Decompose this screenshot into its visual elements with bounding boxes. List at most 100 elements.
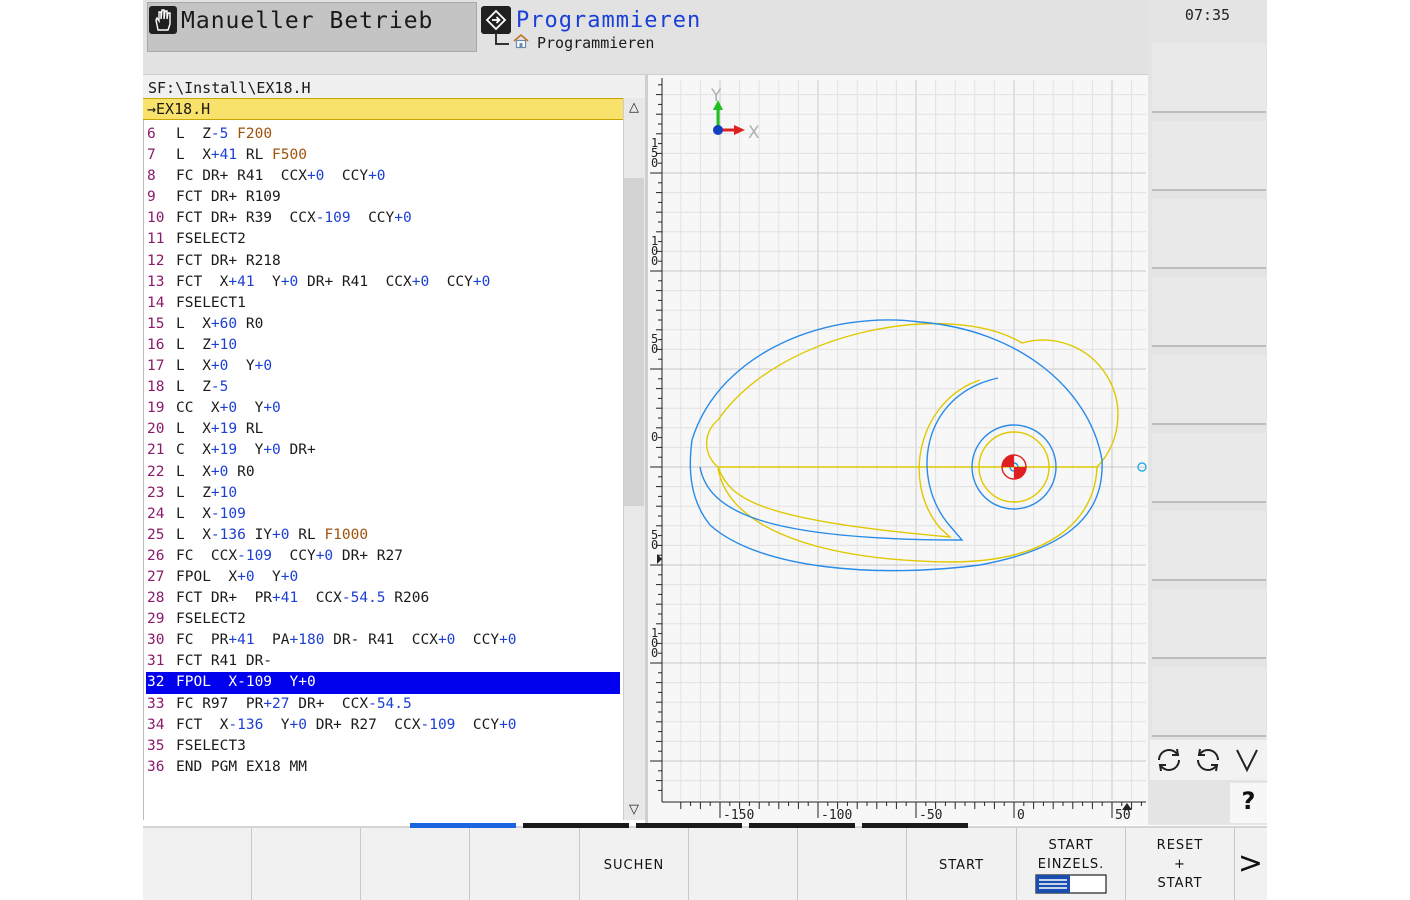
program-line[interactable]: 31 FCT R41 DR- (146, 651, 620, 672)
program-line[interactable]: 26 FC CCX-109 CCY+0 DR+ R27 (146, 546, 620, 567)
program-line[interactable]: 32 FPOL X-109 Y+0 (146, 672, 620, 694)
softkey-6[interactable] (689, 828, 798, 900)
line-number: 29 (147, 611, 165, 628)
rotate-right-icon[interactable] (1189, 742, 1227, 778)
vertical-softkey-9[interactable] (1152, 667, 1266, 737)
program-line[interactable]: 8 FC DR+ R41 CCX+0 CCY+0 (146, 166, 620, 187)
program-line[interactable]: 30 FC PR+41 PA+180 DR- R41 CCX+0 CCY+0 (146, 630, 620, 651)
program-line[interactable]: 16 L Z+10 (146, 335, 620, 356)
softkey-start-single-block[interactable]: START EINZELS. (1017, 828, 1126, 900)
line-number: 36 (147, 758, 165, 775)
program-line[interactable]: 11 FSELECT2 (146, 229, 620, 250)
line-code: L Z+10 (176, 336, 238, 353)
vertical-softkey-2[interactable] (1152, 121, 1266, 191)
softkey-next-page[interactable]: > (1235, 828, 1267, 900)
vertical-softkey-1[interactable] (1152, 43, 1266, 113)
scroll-up-arrow-icon[interactable]: △ (623, 100, 645, 115)
program-line[interactable]: 13 FCT X+41 Y+0 DR+ R41 CCX+0 CCY+0 (146, 272, 620, 293)
program-line[interactable]: 18 L Z-5 (146, 377, 620, 398)
line-code: L Z-5 F200 (176, 126, 273, 142)
program-line[interactable]: 10 FCT DR+ R39 CCX-109 CCY+0 (146, 208, 620, 229)
rotate-left-icon[interactable] (1150, 742, 1188, 778)
x-tick-label: 50 (1115, 808, 1131, 823)
program-line[interactable]: 29 FSELECT2 (146, 609, 620, 630)
program-line[interactable]: 20 L X+19 RL (146, 419, 620, 440)
chevron-down-icon[interactable] (1228, 742, 1266, 778)
softkey-4[interactable] (470, 828, 580, 900)
softkey-2[interactable] (252, 828, 361, 900)
line-number: 11 (147, 231, 165, 248)
program-lines[interactable]: 6 L Z-5 F200 7 L X+41 RL F500 8 FC DR+ R41 CC… (146, 124, 620, 778)
line-number: 8 (147, 168, 156, 185)
line-number: 35 (147, 737, 165, 754)
scrollbar-thumb[interactable] (624, 178, 644, 506)
program-line[interactable]: 21 C X+19 Y+0 DR+ (146, 440, 620, 461)
scroll-down-arrow-icon[interactable]: ▽ (623, 802, 645, 817)
program-line[interactable]: 34 FCT X-136 Y+0 DR+ R27 CCX-109 CCY+0 (146, 715, 620, 736)
program-line[interactable]: 19 CC X+0 Y+0 (146, 398, 620, 419)
vertical-softkey-3[interactable] (1152, 199, 1266, 269)
program-line[interactable]: 6 L Z-5 F200 (146, 124, 620, 145)
softkey-7[interactable] (798, 828, 907, 900)
line-number: 12 (147, 252, 165, 269)
program-line[interactable]: 36 END PGM EX18 MM (146, 757, 620, 778)
y-tick-label: 100 (651, 626, 658, 660)
softkey-start[interactable]: START (907, 828, 1017, 900)
softkey-suchen[interactable]: SUCHEN (580, 828, 689, 900)
program-line[interactable]: 27 FPOL X+0 Y+0 (146, 567, 620, 588)
line-code: END PGM EX18 MM (176, 758, 307, 775)
line-code: FCT DR+ R39 CCX-109 CCY+0 (176, 210, 412, 227)
softkey-3[interactable] (361, 828, 470, 900)
line-number: 24 (147, 505, 165, 522)
y-tick-label: 50 (651, 332, 658, 356)
program-line[interactable]: 28 FCT DR+ PR+41 CCX-54.5 R206 (146, 588, 620, 609)
manual-mode-label: Manueller Betrieb (181, 8, 434, 34)
program-line[interactable]: 12 FCT DR+ R218 (146, 251, 620, 272)
y-tick-label: 150 (651, 136, 658, 170)
reset-label-1: RESET (1156, 838, 1204, 853)
program-line[interactable]: 22 L X+0 R0 (146, 462, 620, 483)
softkey-reset-start[interactable]: RESET + START (1126, 828, 1235, 900)
next-page-icon: > (1237, 846, 1265, 881)
submode-connector (495, 33, 509, 45)
x-tick-label: -50 (919, 808, 942, 823)
program-line[interactable]: 23 L Z+10 (146, 483, 620, 504)
line-number: 19 (147, 400, 165, 417)
program-line[interactable]: 9 FCT DR+ R109 (146, 187, 620, 208)
program-line[interactable]: 33 FC R97 PR+27 DR+ CCX-54.5 (146, 694, 620, 715)
line-number: 17 (147, 358, 165, 375)
line-number: 20 (147, 421, 165, 438)
program-line[interactable]: 35 FSELECT3 (146, 736, 620, 757)
program-line[interactable]: 25 L X-136 IY+0 RL F1000 (146, 525, 620, 546)
line-code: FSELECT2 (176, 611, 246, 628)
program-mode-title[interactable]: Programmieren (516, 8, 701, 33)
submode-label: Programmieren (537, 34, 655, 52)
line-code: L X+41 RL F500 (176, 147, 307, 164)
vertical-softkey-4[interactable] (1152, 277, 1266, 347)
suchen-label: SUCHEN (603, 858, 665, 873)
line-code: FC R97 PR+27 DR+ CCX-54.5 (176, 695, 412, 712)
y-tick-label: 50 (651, 528, 658, 552)
vertical-softkey-6[interactable] (1152, 433, 1266, 503)
program-line[interactable]: 24 L X-109 (146, 504, 620, 525)
line-code: FC CCX-109 CCY+0 DR+ R27 (176, 547, 403, 564)
program-line[interactable]: 15 L X+60 R0 (146, 314, 620, 335)
softkey-1[interactable] (143, 828, 252, 900)
hand-icon (149, 6, 177, 34)
line-code: FC PR+41 PA+180 DR- R41 CCX+0 CCY+0 (176, 632, 517, 649)
programming-graphic[interactable]: -150 -100 -50 0 50 1 5 0 1 0 0 5 0 0 5 0 1 0 0 Y X (648, 75, 1148, 825)
start-position-marker (1001, 454, 1027, 480)
program-line[interactable]: 17 L X+0 Y+0 (146, 356, 620, 377)
line-code: FCT X+41 Y+0 DR+ R41 CCX+0 CCY+0 (176, 273, 491, 290)
line-number: 33 (147, 695, 165, 712)
vertical-softkey-8[interactable] (1152, 589, 1266, 659)
help-label: ? (1241, 787, 1256, 815)
program-line[interactable]: 14 FSELECT1 (146, 293, 620, 314)
program-line[interactable]: 7 L X+41 RL F500 (146, 145, 620, 166)
vertical-softkey-7[interactable] (1152, 511, 1266, 581)
axis-y-label: Y (710, 86, 722, 106)
vertical-softkey-5[interactable] (1152, 355, 1266, 425)
start-label: START (938, 858, 985, 873)
line-number: 25 (147, 526, 165, 543)
line-code: L X+19 RL (176, 421, 264, 438)
